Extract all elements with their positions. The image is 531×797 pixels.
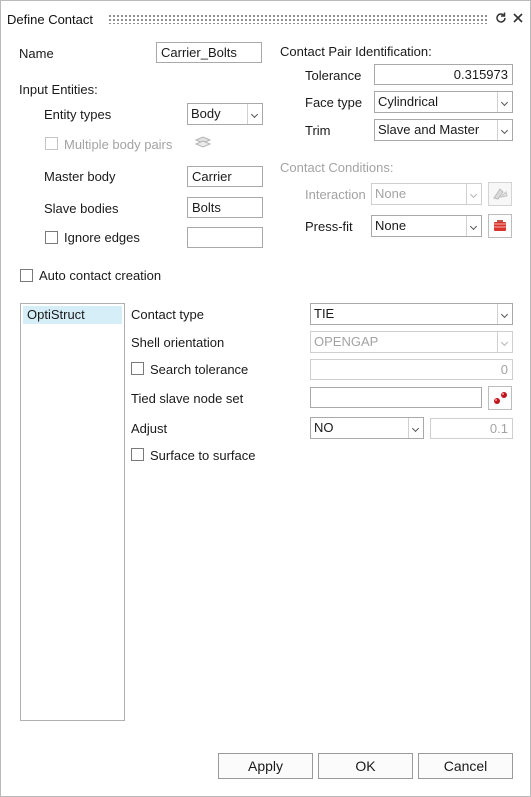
adjust-label: Adjust — [131, 421, 168, 436]
chevron-down-icon — [497, 120, 512, 140]
solver-list[interactable]: OptiStruct — [20, 303, 125, 721]
pair-identification-heading: Contact Pair Identification: — [280, 44, 432, 59]
tied-slave-node-set-label: Tied slave node set — [131, 391, 244, 406]
ok-button[interactable]: OK — [318, 753, 413, 779]
define-contact-dialog: Define Contact Name Carrier_Bolts Input … — [0, 0, 531, 797]
trim-label: Trim — [305, 123, 331, 138]
master-body-label: Master body — [44, 169, 116, 184]
name-label: Name — [19, 46, 54, 61]
trim-select[interactable]: Slave and Master — [374, 119, 513, 141]
entity-types-select[interactable]: Body — [187, 103, 263, 125]
multiple-body-pairs-checkbox[interactable] — [45, 137, 58, 150]
pressfit-select[interactable]: None — [371, 215, 482, 237]
search-tolerance-label: Search tolerance — [150, 362, 249, 377]
cancel-button[interactable]: Cancel — [418, 753, 513, 779]
chevron-down-icon — [497, 304, 512, 324]
tied-slave-node-set-input[interactable] — [310, 387, 482, 408]
close-icon[interactable] — [511, 11, 525, 25]
title-bar[interactable]: Define Contact — [1, 1, 530, 37]
shell-orientation-select[interactable]: OPENGAP — [310, 331, 513, 353]
face-type-value: Cylindrical — [378, 94, 438, 109]
slave-bodies-label: Slave bodies — [44, 201, 119, 216]
ignore-edges-label: Ignore edges — [64, 230, 140, 245]
chevron-down-icon — [466, 216, 481, 236]
entity-types-label: Entity types — [44, 107, 112, 122]
pressfit-button[interactable] — [488, 214, 512, 238]
apply-button[interactable]: Apply — [218, 753, 313, 779]
list-item[interactable]: OptiStruct — [23, 306, 122, 324]
surface-to-surface-label: Surface to surface — [150, 448, 256, 463]
interaction-icon — [493, 188, 508, 200]
contact-conditions-heading: Contact Conditions: — [280, 160, 394, 175]
node-select-button[interactable] — [488, 386, 512, 410]
pressfit-value: None — [375, 218, 407, 233]
auto-contact-label: Auto contact creation — [39, 268, 162, 283]
search-tolerance-input[interactable]: 0 — [310, 359, 513, 380]
body-pairs-icon[interactable] — [194, 136, 212, 150]
shell-orientation-value: OPENGAP — [314, 334, 379, 349]
adjust-number-input[interactable]: 0.1 — [430, 418, 513, 439]
search-tolerance-checkbox[interactable] — [131, 362, 144, 375]
node-select-icon — [494, 392, 507, 404]
contact-type-select[interactable]: TIE — [310, 303, 513, 325]
chevron-down-icon — [497, 92, 512, 112]
pressfit-label: Press-fit — [305, 219, 353, 234]
face-type-label: Face type — [305, 95, 363, 110]
slave-bodies-input[interactable]: Bolts — [187, 197, 263, 218]
dialog-title: Define Contact — [7, 12, 93, 27]
pressfit-icon — [494, 220, 506, 231]
contact-type-value: TIE — [314, 306, 335, 321]
shell-orientation-label: Shell orientation — [131, 335, 225, 350]
contact-type-label: Contact type — [131, 307, 204, 322]
ignore-edges-input[interactable] — [187, 227, 263, 248]
trim-value: Slave and Master — [378, 122, 480, 137]
interaction-select[interactable]: None — [371, 183, 482, 205]
input-entities-label: Input Entities: — [19, 82, 98, 97]
interaction-value: None — [375, 186, 407, 201]
drag-handle[interactable] — [108, 14, 488, 24]
interaction-label: Interaction — [305, 187, 366, 202]
chevron-down-icon — [247, 104, 262, 124]
tolerance-input[interactable]: 0.315973 — [374, 64, 513, 85]
chevron-down-icon — [466, 184, 481, 204]
adjust-select[interactable]: NO — [310, 417, 424, 439]
multiple-body-pairs-label: Multiple body pairs — [64, 137, 173, 152]
reset-icon[interactable] — [494, 11, 508, 25]
face-type-select[interactable]: Cylindrical — [374, 91, 513, 113]
ignore-edges-checkbox[interactable] — [45, 231, 58, 244]
chevron-down-icon — [408, 418, 423, 438]
master-body-input[interactable]: Carrier — [187, 166, 263, 187]
adjust-value: NO — [314, 420, 334, 435]
tolerance-label: Tolerance — [305, 68, 362, 83]
chevron-down-icon — [497, 332, 512, 352]
auto-contact-checkbox[interactable] — [20, 269, 33, 282]
interaction-button[interactable] — [488, 182, 512, 206]
entity-types-value: Body — [191, 106, 221, 121]
name-input[interactable]: Carrier_Bolts — [156, 42, 262, 63]
surface-to-surface-checkbox[interactable] — [131, 448, 144, 461]
